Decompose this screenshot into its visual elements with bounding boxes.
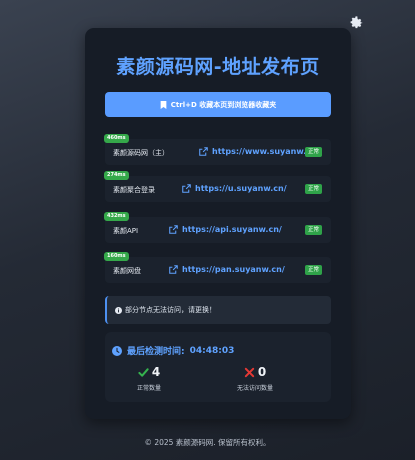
external-link-icon [182,184,191,193]
site-name: 素颜网盘 [113,267,141,275]
ok-count: 4 [151,365,161,379]
bookmark-button-label: Ctrl+D 收藏本页到浏览器收藏夹 [170,100,277,109]
fail-stat: 0 无法访问数量 [225,365,285,392]
footer: © 2025 素颜源码网. 保留所有权利。 [144,438,271,447]
site-row-api: 432ms 素颜API https://api.suyanw.cn/ 正常 [104,212,331,243]
site-link[interactable]: https://u.suyanw.cn/ [182,184,287,193]
site-name: 素颜源码网（主） [113,149,169,157]
status-badge: 正常 [304,184,322,194]
main-card: 素颜源码网-地址发布页 Ctrl+D 收藏本页到浏览器收藏夹 460ms 素颜源… [85,28,351,419]
external-link-icon [169,265,178,274]
page-title: 素颜源码网-地址发布页 [116,56,320,78]
bookmark-icon [160,100,167,109]
latency-badge: 160ms [104,252,129,261]
site-row-pan: 160ms 素颜网盘 https://pan.suyanw.cn/ 正常 [104,252,331,283]
gear-icon[interactable] [348,14,364,30]
site-row-main: 460ms 素颜源码网（主） https://www.suyanw.cn 正常 [104,134,331,165]
site-name: 素颜API [113,227,139,235]
site-link[interactable]: https://api.suyanw.cn/ [169,225,282,234]
ok-label: 正常数量 [136,385,161,392]
clock-icon [112,345,122,356]
x-icon [244,367,254,377]
site-url: https://www.suyanw.cn [212,147,317,156]
status-badge: 正常 [304,225,322,235]
site-row-login: 274ms 素颜聚合登录 https://u.suyanw.cn/ 正常 [104,171,331,202]
notice-banner: 部分节点无法访问，请更换！ [105,296,331,324]
site-url: https://pan.suyanw.cn/ [182,265,285,274]
latency-badge: 460ms [104,134,129,143]
bookmark-button[interactable]: Ctrl+D 收藏本页到浏览器收藏夹 [105,92,331,117]
notice-text: 部分节点无法访问，请更换！ [125,306,216,314]
external-link-icon [169,225,178,234]
check-icon [138,367,149,377]
site-url: https://u.suyanw.cn/ [195,184,287,193]
site-name: 素颜聚合登录 [113,186,155,194]
last-check: 最后检测时间: 04:48:03 [112,344,234,357]
last-check-time: 04:48:03 [189,345,235,356]
status-badge: 正常 [304,265,322,275]
external-link-icon [199,147,208,156]
stats-panel: 最后检测时间: 04:48:03 4 正常数量 0 无法访问数量 [105,332,331,402]
latency-badge: 274ms [104,171,129,180]
latency-badge: 432ms [104,212,129,221]
last-check-label: 最后检测时间: [127,347,185,357]
ok-stat: 4 正常数量 [129,365,169,392]
fail-label: 无法访问数量 [236,385,273,392]
site-url: https://api.suyanw.cn/ [182,225,282,234]
info-icon [115,306,122,314]
fail-count: 0 [257,365,267,379]
status-badge: 正常 [304,147,322,157]
site-link[interactable]: https://pan.suyanw.cn/ [169,265,285,274]
site-link[interactable]: https://www.suyanw.cn [199,147,317,156]
